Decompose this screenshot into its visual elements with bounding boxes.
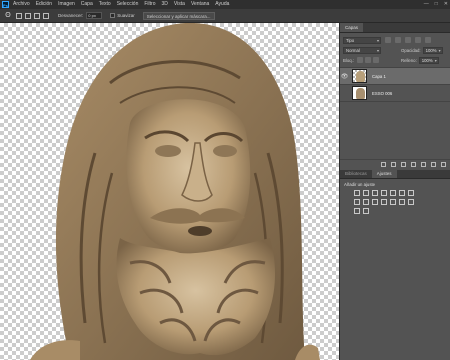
- filter-kind-dropdown[interactable]: Tipo: [343, 36, 381, 44]
- select-and-mask-button[interactable]: Seleccionar y aplicar máscara...: [142, 11, 215, 20]
- opacity-input[interactable]: 100%: [422, 46, 443, 54]
- tab-ajustes[interactable]: Ajustes: [371, 170, 397, 178]
- maximize-icon[interactable]: □: [435, 0, 438, 9]
- channel-mixer-icon[interactable]: [372, 199, 378, 205]
- exposure-icon[interactable]: [381, 190, 387, 196]
- layers-footer-toolbar: [340, 159, 450, 168]
- adjustments-panel: Bibliotecas Ajustes Añadir un ajuste: [340, 170, 450, 214]
- menu-ventana[interactable]: Ventana: [191, 0, 209, 9]
- antialias-checkbox[interactable]: [110, 13, 116, 18]
- lock-label: Bloq.:: [343, 57, 354, 63]
- statue-image: [30, 23, 320, 360]
- shape-filter-icon[interactable]: [415, 37, 421, 43]
- link-layers-icon[interactable]: [381, 161, 386, 167]
- menu-edicion[interactable]: Edición: [36, 0, 52, 9]
- gradient-map-icon[interactable]: [354, 208, 360, 214]
- add-selection-icon[interactable]: [25, 12, 31, 19]
- menu-texto[interactable]: Texto: [99, 0, 111, 9]
- feather-input[interactable]: 0 px: [86, 12, 103, 19]
- color-lookup-icon[interactable]: [381, 199, 387, 205]
- adjustments-tabbar: Bibliotecas Ajustes: [340, 170, 450, 179]
- color-balance-icon[interactable]: [408, 190, 414, 196]
- minimize-icon[interactable]: —: [424, 0, 429, 9]
- menu-seleccion[interactable]: Selección: [117, 0, 139, 9]
- adjustments-heading: Añadir un ajuste: [344, 182, 376, 187]
- menu-imagen[interactable]: Imagen: [58, 0, 75, 9]
- fill-input[interactable]: 100%: [418, 56, 439, 64]
- new-group-icon[interactable]: [421, 161, 426, 167]
- layer-thumbnail: [352, 86, 367, 100]
- fill-label: Relleno:: [401, 57, 417, 63]
- new-layer-icon[interactable]: [431, 161, 436, 167]
- close-icon[interactable]: ✕: [444, 0, 448, 9]
- window-controls: — □ ✕: [424, 0, 448, 9]
- lock-all-icon[interactable]: [373, 57, 379, 63]
- brightness-contrast-icon[interactable]: [354, 190, 360, 196]
- tab-bibliotecas[interactable]: Bibliotecas: [340, 170, 372, 178]
- invert-icon[interactable]: [390, 199, 396, 205]
- menu-vista[interactable]: Vista: [174, 0, 185, 9]
- tab-capas[interactable]: Capas: [340, 23, 364, 32]
- menu-capa[interactable]: Capa: [81, 0, 93, 9]
- threshold-icon[interactable]: [408, 199, 414, 205]
- menu-ayuda[interactable]: Ayuda: [215, 0, 229, 9]
- menu-bar: Ps Archivo Edición Imagen Capa Texto Sel…: [0, 0, 450, 9]
- options-bar: ʘ Desvanecer: 0 px Suavizar Seleccionar …: [0, 9, 450, 23]
- levels-icon[interactable]: [363, 190, 369, 196]
- intersect-selection-icon[interactable]: [43, 12, 49, 19]
- visibility-eye-icon[interactable]: 👁: [340, 73, 349, 80]
- new-adjustment-icon[interactable]: [411, 161, 416, 167]
- fx-icon[interactable]: [391, 161, 396, 167]
- menu-3d[interactable]: 3D: [162, 0, 168, 9]
- antialias-label: Suavizar: [117, 13, 135, 18]
- new-selection-icon[interactable]: [16, 12, 22, 19]
- feather-label: Desvanecer:: [58, 13, 84, 18]
- layers-list: 👁 Capa 1 ESSO 006: [340, 67, 450, 102]
- curves-icon[interactable]: [372, 190, 378, 196]
- selective-color-icon[interactable]: [363, 208, 369, 214]
- black-white-icon[interactable]: [354, 199, 360, 205]
- photoshop-logo: Ps: [2, 1, 9, 8]
- lock-pixels-icon[interactable]: [357, 57, 363, 63]
- menu-archivo[interactable]: Archivo: [13, 0, 30, 9]
- blend-row: Normal Opacidad: 100%: [340, 45, 450, 55]
- text-filter-icon[interactable]: [405, 37, 411, 43]
- adjustment-filter-icon[interactable]: [395, 37, 401, 43]
- add-mask-icon[interactable]: [401, 161, 406, 167]
- lock-row: Bloq.: Relleno: 100%: [340, 55, 450, 65]
- trash-icon[interactable]: [441, 161, 446, 167]
- layers-panel: Capas Tipo Normal Opacidad: 100% Bloq.: …: [339, 23, 450, 360]
- lock-position-icon[interactable]: [365, 57, 371, 63]
- filter-row: Tipo: [340, 35, 450, 45]
- menu-filtro[interactable]: Filtro: [144, 0, 155, 9]
- vibrance-icon[interactable]: [390, 190, 396, 196]
- layer-name: ESSO 006: [372, 90, 393, 96]
- layer-row-capa-1[interactable]: 👁 Capa 1: [340, 68, 450, 85]
- photo-filter-icon[interactable]: [363, 199, 369, 205]
- layers-tabbar: Capas: [340, 23, 450, 33]
- blend-mode-dropdown[interactable]: Normal: [343, 46, 381, 54]
- hue-saturation-icon[interactable]: [399, 190, 405, 196]
- adjustment-icons-grid: [340, 190, 426, 214]
- layer-name: Capa 1: [372, 73, 386, 79]
- subtract-selection-icon[interactable]: [34, 12, 40, 19]
- layer-thumbnail: [352, 69, 367, 83]
- smart-object-filter-icon[interactable]: [425, 37, 431, 43]
- layer-row-esso-006[interactable]: ESSO 006: [340, 85, 450, 102]
- posterize-icon[interactable]: [399, 199, 405, 205]
- lasso-tool-icon[interactable]: ʘ: [4, 12, 12, 20]
- image-filter-icon[interactable]: [385, 37, 391, 43]
- opacity-label: Opacidad:: [401, 47, 421, 53]
- document-canvas[interactable]: [0, 23, 339, 360]
